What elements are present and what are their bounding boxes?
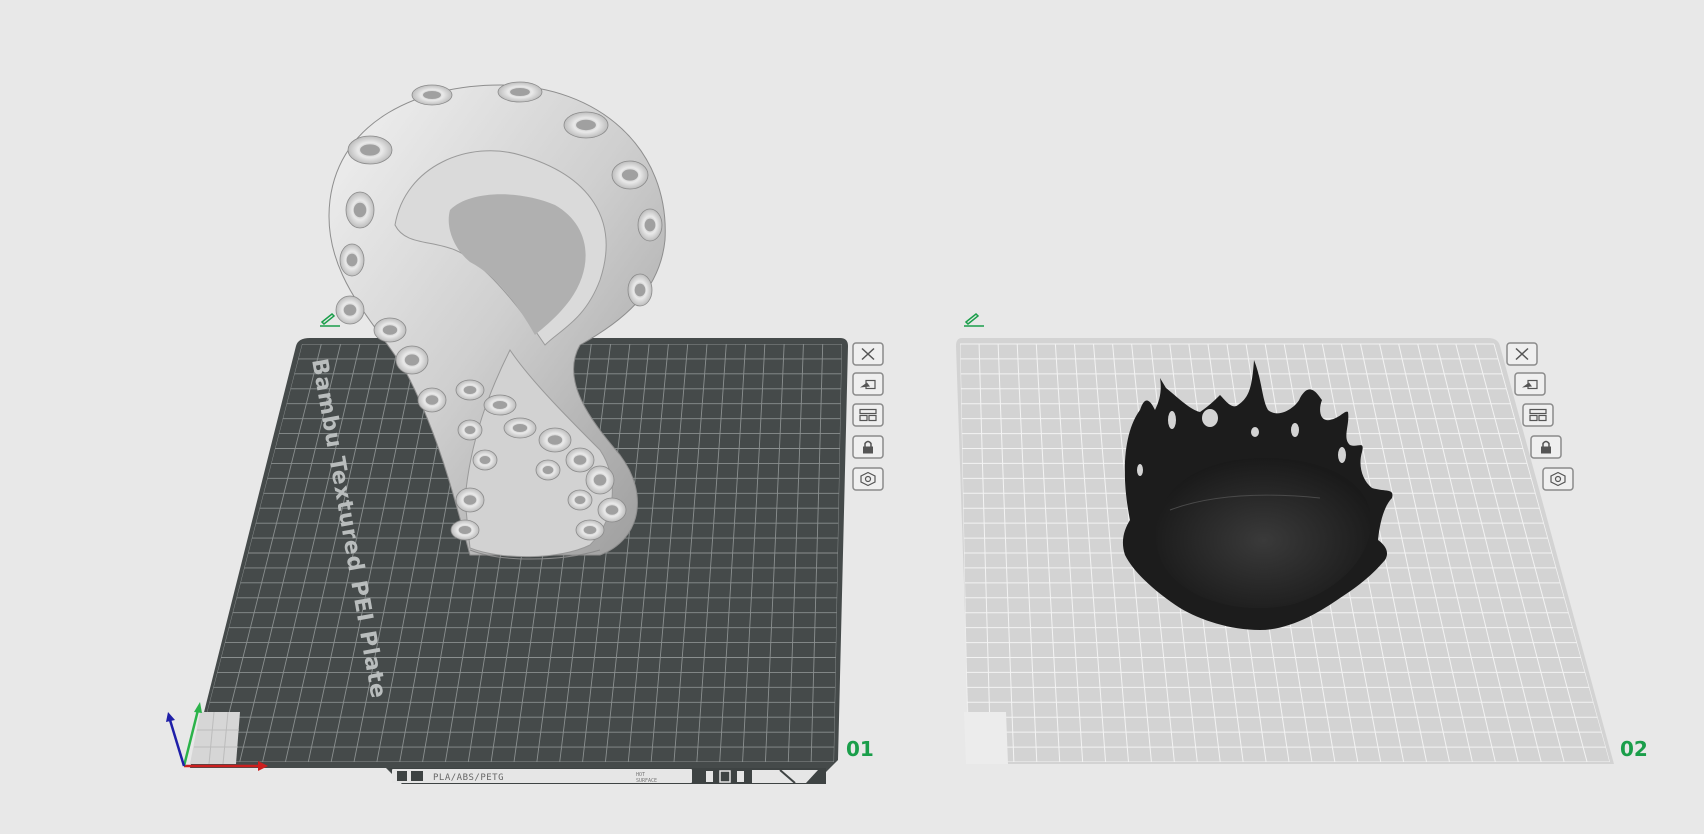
plate-1[interactable]: PLA/ABS/PETG HOT SURFACE Bambu Textured … xyxy=(166,81,884,784)
3d-viewport[interactable]: PLA/ABS/PETG HOT SURFACE Bambu Textured … xyxy=(0,0,1704,834)
plate-2-number[interactable]: 02 xyxy=(1620,737,1648,761)
sucker xyxy=(611,160,649,190)
sucker xyxy=(497,81,543,103)
plate-1-toolbar xyxy=(852,342,884,491)
auto-orient-plate-button[interactable] xyxy=(852,372,884,396)
sucker xyxy=(585,465,615,495)
plate-1-number[interactable]: 01 xyxy=(846,737,874,761)
sucker xyxy=(347,135,393,165)
sucker xyxy=(339,243,365,277)
plate-1-type-icon xyxy=(411,771,423,781)
sucker xyxy=(457,419,483,441)
auto-orient-plate-button[interactable] xyxy=(1514,372,1546,396)
sucker xyxy=(345,191,375,229)
sucker xyxy=(335,295,365,325)
sucker xyxy=(455,379,485,401)
settings-plate-button[interactable] xyxy=(1542,467,1574,491)
plate-1-origin-corner xyxy=(190,712,240,764)
sucker xyxy=(567,489,593,511)
plate-2-origin-corner xyxy=(964,712,1008,764)
sucker xyxy=(411,84,453,106)
sucker xyxy=(472,449,498,471)
arrange-plate-button[interactable] xyxy=(852,403,884,427)
sucker xyxy=(597,497,627,523)
lock-plate-button[interactable] xyxy=(852,435,884,459)
plate-2-edit-name-icon[interactable] xyxy=(964,312,984,327)
close-plate-button[interactable] xyxy=(852,342,884,366)
sucker xyxy=(373,317,407,343)
close-plate-button[interactable] xyxy=(1506,342,1538,366)
sucker xyxy=(637,208,663,242)
settings-plate-button[interactable] xyxy=(852,467,884,491)
plate-1-qr-icon xyxy=(397,771,407,781)
sucker xyxy=(395,345,429,375)
sucker xyxy=(563,111,609,139)
sucker xyxy=(627,273,653,307)
sucker xyxy=(575,519,605,541)
lock-plate-button[interactable] xyxy=(1530,435,1562,459)
sucker xyxy=(565,447,595,473)
sucker xyxy=(503,417,537,439)
plate-2[interactable]: 02 xyxy=(956,312,1648,764)
arrange-plate-button[interactable] xyxy=(1522,403,1554,427)
sucker xyxy=(450,519,480,541)
sucker xyxy=(538,427,572,453)
plate-1-footer-small-2: SURFACE xyxy=(636,778,657,784)
sucker xyxy=(535,459,561,481)
sucker xyxy=(455,487,485,513)
plate-1-filaments: PLA/ABS/PETG xyxy=(433,773,504,783)
sucker xyxy=(417,387,447,413)
sucker xyxy=(483,394,517,416)
